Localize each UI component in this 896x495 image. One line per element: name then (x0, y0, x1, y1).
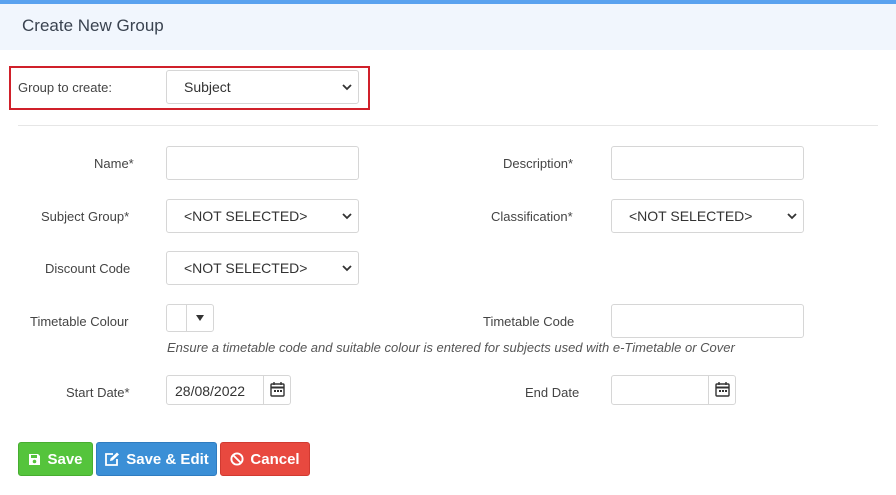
chevron-down-icon (342, 213, 352, 220)
description-input[interactable] (611, 146, 804, 180)
name-label: Name* (94, 156, 134, 171)
group-to-create-select[interactable]: Subject (166, 70, 359, 104)
colour-swatch (167, 305, 187, 331)
subject-group-select[interactable]: <NOT SELECTED> (166, 199, 359, 233)
discount-code-value: <NOT SELECTED> (184, 260, 308, 276)
chevron-down-icon (787, 213, 797, 220)
group-to-create-value: Subject (184, 79, 231, 95)
group-to-create-label: Group to create: (18, 80, 112, 95)
cancel-button[interactable]: Cancel (220, 442, 310, 476)
edit-icon (105, 452, 120, 466)
classification-label: Classification* (491, 209, 573, 224)
page-title: Create New Group (22, 16, 164, 35)
save-and-edit-button-label: Save & Edit (126, 450, 209, 468)
timetable-hint: Ensure a timetable code and suitable col… (167, 340, 735, 355)
timetable-colour-picker[interactable] (166, 304, 214, 332)
save-and-edit-button[interactable]: Save & Edit (96, 442, 217, 476)
save-button-label: Save (47, 450, 83, 468)
timetable-colour-label: Timetable Colour (30, 314, 129, 329)
end-date-input[interactable] (611, 375, 736, 405)
discount-code-select[interactable]: <NOT SELECTED> (166, 251, 359, 285)
caret-down-icon (196, 315, 204, 321)
ban-icon (230, 452, 244, 466)
chevron-down-icon (342, 84, 352, 91)
end-date-label: End Date (525, 385, 580, 400)
name-input[interactable] (166, 146, 359, 180)
start-date-calendar-button[interactable] (263, 376, 290, 404)
calendar-icon (715, 382, 730, 397)
start-date-input[interactable]: 28/08/2022 (166, 375, 291, 405)
description-label: Description* (503, 156, 574, 171)
cancel-button-label: Cancel (250, 450, 300, 468)
timetable-code-label: Timetable Code (483, 314, 575, 329)
page-header: Create New Group (0, 4, 896, 50)
subject-group-value: <NOT SELECTED> (184, 208, 308, 224)
divider (18, 125, 878, 126)
timetable-code-input[interactable] (611, 304, 804, 338)
subject-group-label: Subject Group* (41, 209, 130, 224)
end-date-calendar-button[interactable] (708, 376, 735, 404)
save-button[interactable]: Save (18, 442, 93, 476)
classification-select[interactable]: <NOT SELECTED> (611, 199, 804, 233)
classification-value: <NOT SELECTED> (629, 208, 753, 224)
calendar-icon (270, 382, 285, 397)
discount-code-label: Discount Code (45, 261, 131, 276)
start-date-label: Start Date* (66, 385, 130, 400)
start-date-value: 28/08/2022 (175, 383, 246, 399)
chevron-down-icon (342, 265, 352, 272)
floppy-icon (29, 453, 41, 465)
